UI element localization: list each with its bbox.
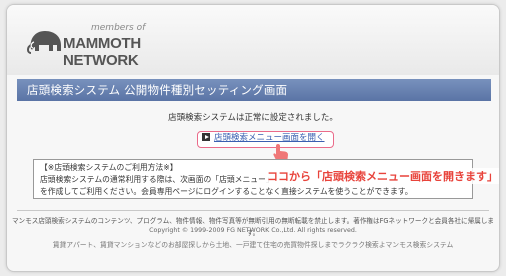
open-menu-link[interactable]: 店頭検索メニュー画面を開く — [197, 131, 334, 148]
logo-members-text: members of — [91, 23, 146, 33]
page-frame: members of MAMMOTH NETWORK 店頭検索システム 公開物件… — [6, 4, 500, 272]
usage-info-line-2: を作成してご利用ください。会員専用ページにログインすることなく直接システムを使う… — [40, 187, 413, 196]
mammoth-icon — [27, 31, 61, 54]
play-icon — [202, 133, 210, 141]
copyright-text: Copyright © 1999-2009 FG NETWORK Co.,Ltd… — [149, 227, 357, 234]
page-title-bar: 店頭検索システム 公開物件種別セッティング画面 — [17, 79, 491, 101]
header: members of MAMMOTH NETWORK — [7, 5, 499, 75]
callout-annotation: ココから「店頭検索メニュー画面を開きます」 — [265, 168, 499, 184]
site-logo[interactable]: members of MAMMOTH NETWORK — [25, 23, 215, 69]
open-menu-link-label: 店頭検索メニュー画面を開く — [214, 133, 325, 143]
footer-divider — [17, 210, 489, 211]
status-message: 店頭検索システムは正常に設定されました。 — [168, 113, 338, 123]
site-tagline: 賃貸アパート、賃貸マンションなどのお部屋探しから土地、一戸建て住宅の売買物件探し… — [52, 241, 454, 249]
logo-name-text: MAMMOTH NETWORK — [63, 35, 141, 69]
